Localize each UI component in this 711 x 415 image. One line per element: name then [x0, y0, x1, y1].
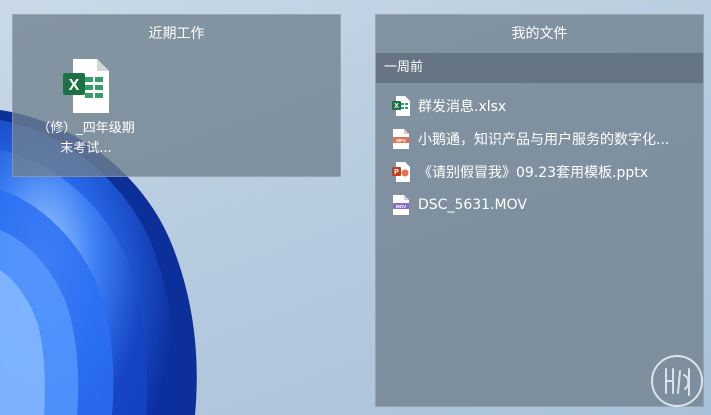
my-files-title: 我的文件 — [511, 26, 568, 42]
file-row[interactable]: P 《请别假冒我》09.23套用模板.pptx — [376, 155, 703, 188]
svg-text:MP4: MP4 — [396, 138, 406, 143]
mov-icon: MOV — [393, 194, 409, 215]
file-row[interactable]: X 群发消息.xlsx — [376, 89, 703, 122]
file-list: X 群发消息.xlsx MP4 小鹅通，知识产品与用户服务的数字化... P 《… — [376, 83, 703, 221]
svg-text:MOV: MOV — [396, 204, 406, 209]
recent-file-label: （修）_四年级期末考试... — [37, 121, 135, 156]
file-name: 群发消息.xlsx — [418, 98, 507, 115]
group-header-week-ago: 一周前 — [376, 53, 703, 83]
recent-file-tile[interactable]: X （修）_四年级期末考试... — [31, 55, 141, 175]
svg-text:P: P — [394, 169, 399, 176]
svg-text:X: X — [69, 77, 80, 94]
watermark-logo — [651, 355, 703, 407]
file-name: 小鹅通，知识产品与用户服务的数字化... — [418, 131, 670, 148]
file-row[interactable]: MOV DSC_5631.MOV — [376, 188, 703, 221]
mp4-icon: MP4 — [393, 128, 409, 149]
file-name: 《请别假冒我》09.23套用模板.pptx — [418, 164, 649, 181]
recent-work-panel: 近期工作 X （修）_四年级期末考试... — [12, 14, 341, 177]
file-name: DSC_5631.MOV — [418, 196, 527, 213]
svg-text:X: X — [394, 103, 399, 110]
excel-icon: X — [392, 95, 410, 116]
file-row[interactable]: MP4 小鹅通，知识产品与用户服务的数字化... — [376, 122, 703, 155]
recent-work-title: 近期工作 — [148, 26, 205, 42]
excel-icon: X — [63, 59, 109, 113]
powerpoint-icon: P — [392, 161, 410, 182]
my-files-panel: 我的文件 一周前 X 群发消息.xlsx MP4 小鹅通，知识产品与用户服务的数… — [375, 14, 704, 407]
